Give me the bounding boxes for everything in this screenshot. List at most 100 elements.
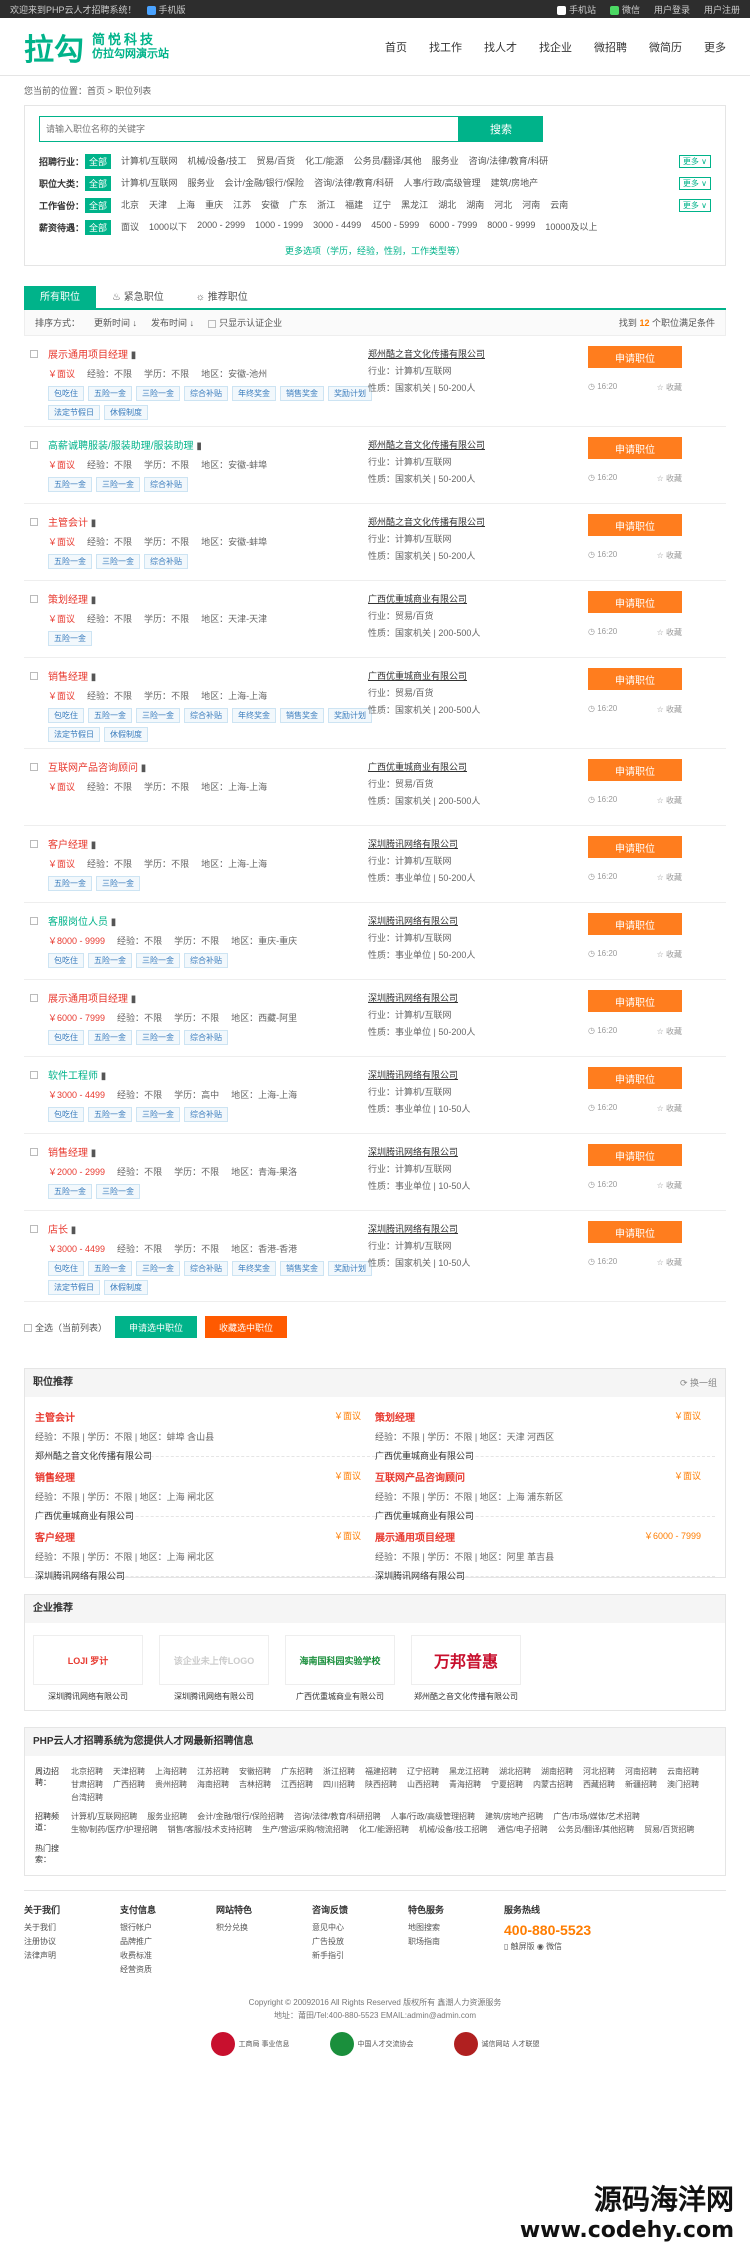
nav-item[interactable]: 微招聘 bbox=[594, 39, 627, 55]
job-title-link[interactable]: 展示通用项目经理 bbox=[48, 350, 128, 361]
filter-option[interactable]: 1000以下 bbox=[149, 220, 187, 235]
area-link[interactable]: 广西招聘 bbox=[113, 1779, 145, 1790]
apply-job-button[interactable]: 申请职位 bbox=[588, 759, 682, 781]
job-checkbox[interactable] bbox=[30, 518, 38, 526]
user-register-link[interactable]: 用户注册 bbox=[704, 3, 740, 16]
job-title-link[interactable]: 主管会计 bbox=[48, 518, 88, 529]
more-button[interactable]: 更多 ∨ bbox=[678, 177, 711, 190]
enterprise-name[interactable]: 广西优重城商业有限公司 bbox=[285, 1691, 395, 1702]
area-link[interactable]: 新疆招聘 bbox=[625, 1779, 657, 1790]
footer-link[interactable]: 注册协议 bbox=[24, 1936, 120, 1947]
filter-option[interactable]: 2000 - 2999 bbox=[197, 220, 245, 235]
job-title-link[interactable]: 客户经理 bbox=[48, 840, 88, 851]
footer-wechat-link[interactable]: ◉ 微信 bbox=[537, 1942, 562, 1951]
mobile-edition-link[interactable]: 手机版 bbox=[146, 3, 186, 16]
filter-option[interactable]: 湖南 bbox=[466, 198, 484, 213]
nav-item[interactable]: 首页 bbox=[385, 39, 407, 55]
area-link[interactable]: 西藏招聘 bbox=[583, 1779, 615, 1790]
job-channel-link[interactable]: 贸易/百货招聘 bbox=[644, 1824, 694, 1835]
apply-job-button[interactable]: 申请职位 bbox=[588, 437, 682, 459]
company-link[interactable]: 广西优重城商业有限公司 bbox=[368, 591, 568, 608]
filter-option[interactable]: 化工/能源 bbox=[305, 154, 344, 169]
area-link[interactable]: 湖南招聘 bbox=[541, 1766, 573, 1777]
filter-option[interactable]: 10000及以上 bbox=[545, 220, 597, 235]
filter-option[interactable]: 河南 bbox=[522, 198, 540, 213]
area-link[interactable]: 江西招聘 bbox=[281, 1779, 313, 1790]
filter-option[interactable]: 北京 bbox=[121, 198, 139, 213]
enterprise-logo[interactable]: 该企业未上传LOGO bbox=[159, 1635, 269, 1685]
nav-item[interactable]: 找工作 bbox=[429, 39, 462, 55]
area-link[interactable]: 台湾招聘 bbox=[71, 1792, 103, 1803]
nav-item[interactable]: 找企业 bbox=[539, 39, 572, 55]
job-channel-link[interactable]: 人事/行政/高级管理招聘 bbox=[391, 1811, 475, 1822]
apply-job-button[interactable]: 申请职位 bbox=[588, 913, 682, 935]
filter-option[interactable]: 咨询/法律/教育/科研 bbox=[469, 154, 549, 169]
area-link[interactable]: 江苏招聘 bbox=[197, 1766, 229, 1777]
job-checkbox[interactable] bbox=[30, 994, 38, 1002]
area-link[interactable]: 北京招聘 bbox=[71, 1766, 103, 1777]
job-channel-link[interactable]: 公务员/翻译/其他招聘 bbox=[558, 1824, 634, 1835]
select-all-checkbox[interactable]: 全选（当前列表） bbox=[24, 1321, 107, 1334]
fav-job-button[interactable]: ☆ 收藏 bbox=[657, 795, 682, 806]
job-checkbox[interactable] bbox=[30, 1148, 38, 1156]
footer-link[interactable]: 积分兑换 bbox=[216, 1922, 312, 1933]
apply-job-button[interactable]: 申请职位 bbox=[588, 591, 682, 613]
filter-option[interactable]: 3000 - 4499 bbox=[313, 220, 361, 235]
area-link[interactable]: 贵州招聘 bbox=[155, 1779, 187, 1790]
area-link[interactable]: 浙江招聘 bbox=[323, 1766, 355, 1777]
tab-urgent-jobs[interactable]: ♨ 紧急职位 bbox=[96, 286, 180, 308]
filter-option[interactable]: 咨询/法律/教育/科研 bbox=[314, 176, 394, 191]
apply-job-button[interactable]: 申请职位 bbox=[588, 1067, 682, 1089]
filter-option[interactable]: 浙江 bbox=[317, 198, 335, 213]
recommend-company[interactable]: 深圳腾讯网络有限公司 bbox=[35, 1569, 375, 1582]
job-checkbox[interactable] bbox=[30, 1071, 38, 1079]
enterprise-card[interactable]: 该企业未上传LOGO 深圳腾讯网络有限公司 bbox=[159, 1635, 269, 1702]
filter-option[interactable]: 黑龙江 bbox=[401, 198, 428, 213]
area-link[interactable]: 陕西招聘 bbox=[365, 1779, 397, 1790]
company-link[interactable]: 深圳腾讯网络有限公司 bbox=[368, 1067, 568, 1084]
search-input[interactable] bbox=[39, 116, 459, 142]
apply-job-button[interactable]: 申请职位 bbox=[588, 514, 682, 536]
apply-job-button[interactable]: 申请职位 bbox=[588, 836, 682, 858]
area-link[interactable]: 云南招聘 bbox=[667, 1766, 699, 1777]
job-channel-link[interactable]: 计算机/互联网招聘 bbox=[71, 1811, 137, 1822]
sort-by-publish[interactable]: 发布时间 ↓ bbox=[151, 316, 194, 329]
area-link[interactable]: 上海招聘 bbox=[155, 1766, 187, 1777]
job-channel-link[interactable]: 建筑/房地产招聘 bbox=[485, 1811, 543, 1822]
trust-badge[interactable]: 诚信网站 人才联盟 bbox=[453, 2032, 539, 2056]
company-link[interactable]: 深圳腾讯网络有限公司 bbox=[368, 913, 568, 930]
filter-option[interactable]: 天津 bbox=[149, 198, 167, 213]
area-link[interactable]: 河北招聘 bbox=[583, 1766, 615, 1777]
search-button[interactable]: 搜索 bbox=[459, 116, 543, 142]
filter-option[interactable]: 计算机/互联网 bbox=[121, 154, 178, 169]
recommend-job-link[interactable]: 主管会计 bbox=[35, 1409, 375, 1424]
switch-group-button[interactable]: ⟳ 换一组 bbox=[680, 1369, 717, 1397]
filter-option[interactable]: 云南 bbox=[550, 198, 568, 213]
company-link[interactable]: 深圳腾讯网络有限公司 bbox=[368, 1144, 568, 1161]
fav-job-button[interactable]: ☆ 收藏 bbox=[657, 1257, 682, 1268]
sort-by-update[interactable]: 更新时间 ↓ bbox=[94, 316, 137, 329]
job-channel-link[interactable]: 广告/市场/媒体/艺术招聘 bbox=[553, 1811, 640, 1822]
area-link[interactable]: 湖北招聘 bbox=[499, 1766, 531, 1777]
fav-job-button[interactable]: ☆ 收藏 bbox=[657, 1180, 682, 1191]
filter-option[interactable]: 全部 bbox=[85, 197, 112, 213]
job-channel-link[interactable]: 服务业招聘 bbox=[147, 1811, 187, 1822]
footer-link[interactable]: 品牌推广 bbox=[120, 1936, 216, 1947]
recommend-job-link[interactable]: 互联网产品咨询顾问 bbox=[375, 1469, 715, 1484]
company-link[interactable]: 广西优重城商业有限公司 bbox=[368, 759, 568, 776]
job-channel-link[interactable]: 会计/金融/银行/保险招聘 bbox=[197, 1811, 284, 1822]
enterprise-card[interactable]: 海南国科园实验学校 广西优重城商业有限公司 bbox=[285, 1635, 395, 1702]
area-link[interactable]: 内蒙古招聘 bbox=[533, 1779, 573, 1790]
trust-badge[interactable]: 中国人才交流协会 bbox=[329, 2032, 414, 2056]
apply-selected-button[interactable]: 申请选中职位 bbox=[115, 1316, 198, 1338]
area-link[interactable]: 海南招聘 bbox=[197, 1779, 229, 1790]
area-link[interactable]: 宁夏招聘 bbox=[491, 1779, 523, 1790]
recommend-job-link[interactable]: 策划经理 bbox=[375, 1409, 715, 1424]
site-logo[interactable]: 拉勾 简悦科技 仿拉勾网演示站 bbox=[24, 25, 169, 69]
company-link[interactable]: 郑州酷之音文化传播有限公司 bbox=[368, 346, 568, 363]
enterprise-logo[interactable]: 万邦普惠 bbox=[411, 1635, 521, 1685]
job-checkbox[interactable] bbox=[30, 350, 38, 358]
filter-option[interactable]: 1000 - 1999 bbox=[255, 220, 303, 235]
job-title-link[interactable]: 店长 bbox=[48, 1225, 68, 1236]
filter-option[interactable]: 建筑/房地产 bbox=[491, 176, 539, 191]
